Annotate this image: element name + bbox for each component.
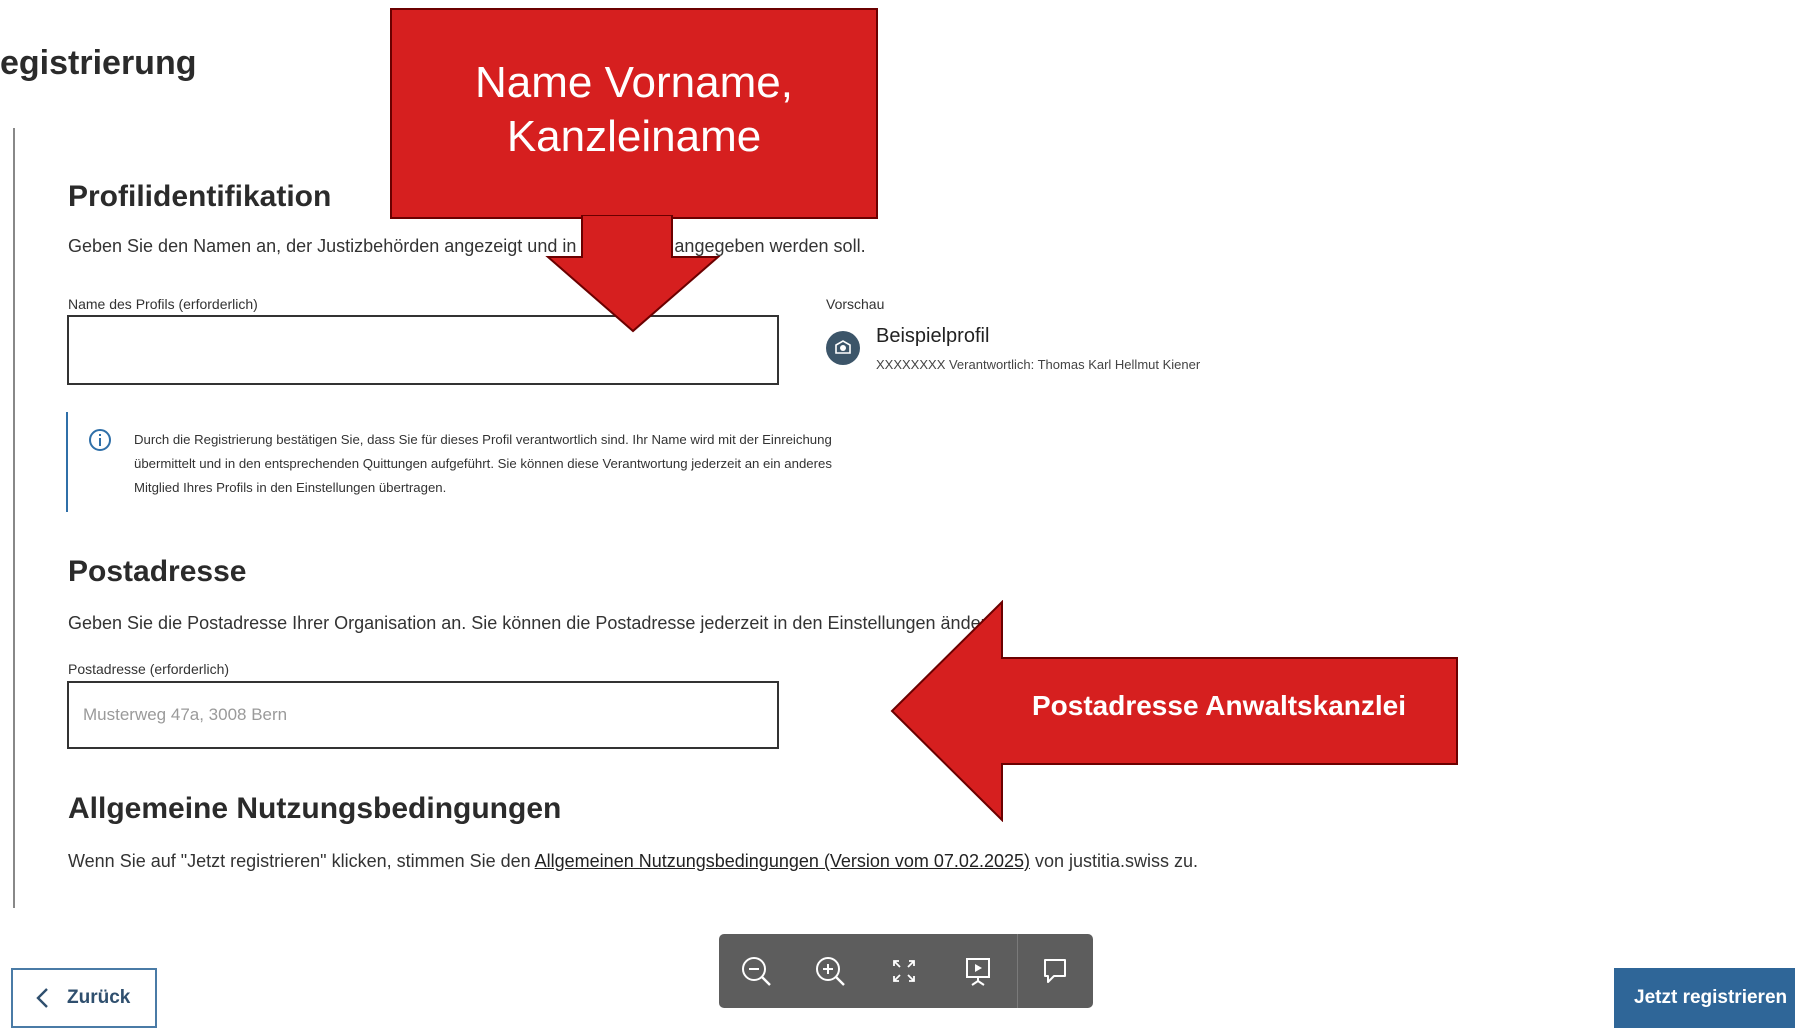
register-label: Jetzt registrieren — [1634, 987, 1788, 1008]
register-button[interactable]: Jetzt registrieren — [1614, 968, 1795, 1028]
comment-icon — [1044, 959, 1066, 983]
viewer-toolbar — [719, 934, 1093, 1008]
page-title: egistrierung — [0, 44, 197, 82]
profile-avatar-icon — [835, 340, 851, 354]
info-text: Durch die Registrierung bestätigen Sie, … — [134, 432, 832, 495]
avatar — [826, 331, 860, 365]
comment-button[interactable] — [1018, 934, 1092, 1008]
fullscreen-icon — [893, 960, 915, 982]
address-label: Postadresse (erforderlich) — [68, 661, 230, 677]
preview-meta: XXXXXXXX Verantwortlich: Thomas Karl Hel… — [876, 357, 1201, 372]
presentation-icon — [966, 958, 990, 986]
zoom-in-button[interactable] — [793, 934, 867, 1008]
profile-description: Geben Sie den Namen an, der Justizbehörd… — [68, 236, 866, 256]
fullscreen-button[interactable] — [867, 934, 941, 1008]
annotation-arrow-down-icon — [545, 215, 721, 333]
back-label: Zurück — [67, 987, 131, 1008]
callout-address-text: Postadresse Anwaltskanzlei — [1031, 690, 1406, 721]
terms-text: Wenn Sie auf "Jetzt registrieren" klicke… — [68, 851, 1198, 872]
section-divider — [13, 128, 15, 908]
address-description: Geben Sie die Postadresse Ihrer Organisa… — [68, 613, 1002, 633]
callout-name-text: Name Vorname, Kanzleiname — [475, 58, 793, 161]
terms-text-after: von justitia.swiss zu. — [1030, 851, 1199, 871]
terms-heading: Allgemeine Nutzungsbedingungen — [68, 792, 562, 825]
address-heading: Postadresse — [68, 555, 247, 588]
preview-name: Beispielprofil — [876, 325, 990, 347]
preview-label: Vorschau — [826, 296, 885, 312]
zoom-in-icon — [816, 957, 845, 986]
terms-text-before: Wenn Sie auf "Jetzt registrieren" klicke… — [68, 851, 535, 871]
profile-heading: Profilidentifikation — [68, 180, 332, 213]
address-input[interactable] — [67, 681, 779, 749]
zoom-out-icon — [742, 957, 771, 986]
profile-name-label: Name des Profils (erforderlich) — [68, 296, 258, 312]
presentation-button[interactable] — [941, 934, 1015, 1008]
info-icon — [88, 428, 112, 452]
zoom-out-button[interactable] — [719, 934, 793, 1008]
chevron-left-icon — [36, 988, 48, 1008]
terms-link[interactable]: Allgemeinen Nutzungsbedingungen (Version… — [535, 851, 1030, 871]
back-button[interactable]: Zurück — [11, 968, 157, 1028]
